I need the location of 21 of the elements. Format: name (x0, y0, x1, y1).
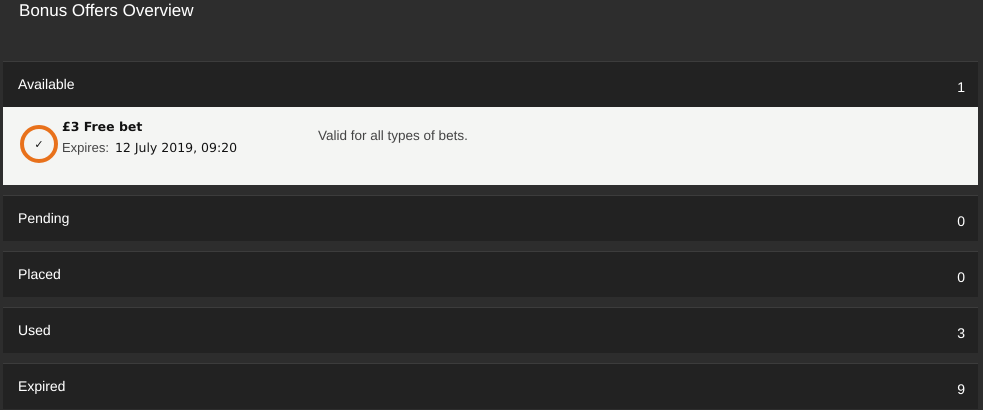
section-label: Pending (18, 210, 70, 226)
expires-label: Expires: (62, 140, 109, 155)
section-count: 0 (957, 212, 965, 228)
section-count: 0 (957, 268, 965, 284)
section-label: Expired (18, 378, 66, 394)
section-label: Available (18, 76, 75, 92)
section-label: Used (18, 322, 51, 338)
section-header[interactable]: Pending 0 (3, 195, 978, 241)
check-ring[interactable]: ✓ (20, 125, 58, 163)
section-header[interactable]: Placed 0 (3, 251, 978, 297)
offer-description: Valid for all types of bets. (318, 128, 468, 143)
section-label: Placed (18, 266, 61, 282)
section-count: 3 (957, 324, 965, 340)
offer-name: £3 Free bet (62, 119, 144, 134)
section-count: 1 (957, 78, 965, 94)
expires-value: 12 July 2019, 09:20 (114, 140, 238, 155)
section-header[interactable]: Available 1 (3, 61, 978, 107)
page-title: Bonus Offers Overview (18, 0, 194, 21)
section-header[interactable]: Expired 9 (3, 363, 978, 409)
section-count: 9 (957, 380, 965, 396)
section-header[interactable]: Used 3 (3, 307, 978, 353)
